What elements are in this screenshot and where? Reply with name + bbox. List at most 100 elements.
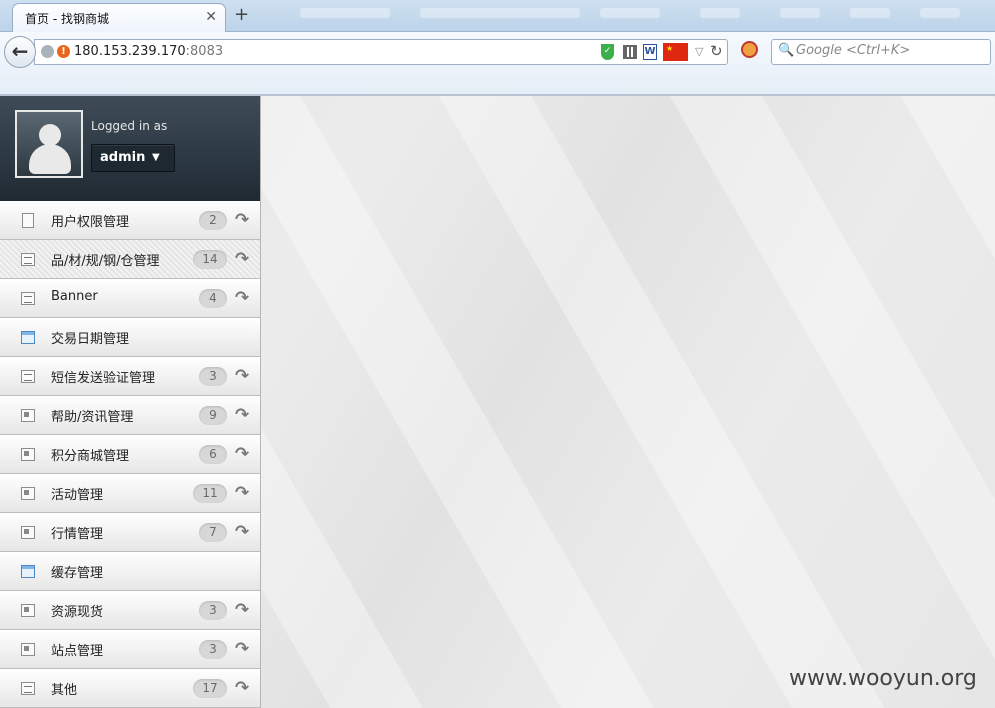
- reload-icon[interactable]: ↻: [710, 42, 723, 60]
- expand-arrow-icon[interactable]: ↷: [235, 522, 249, 542]
- expand-arrow-icon[interactable]: ↷: [235, 366, 249, 386]
- count-badge: 11: [193, 484, 227, 503]
- user-profile-panel: Logged in as admin ▼: [0, 96, 260, 201]
- news-icon: [21, 526, 35, 539]
- menu-item-label: 行情管理: [51, 527, 104, 542]
- search-icon: 🔍: [778, 43, 795, 58]
- menu-item-label: 品/材/规/钢/仓管理: [51, 254, 160, 269]
- tab-title: 首页 - 找钢商城: [25, 12, 109, 26]
- background-tab[interactable]: [420, 8, 580, 18]
- menu-item-label: Banner: [51, 289, 98, 304]
- news-icon: [21, 409, 35, 422]
- background-tab[interactable]: [600, 8, 660, 18]
- background-tab[interactable]: [850, 8, 890, 18]
- news-icon: [21, 643, 35, 656]
- address-bar[interactable]: ! 180.153.239.170:8083 ✓ W ★ ▽ ↻: [34, 39, 728, 65]
- sidebar-menu-item[interactable]: 积分商城管理 6 ↷: [0, 435, 260, 474]
- menu-item-label: 帮助/资讯管理: [51, 410, 134, 425]
- sidebar-menu-item[interactable]: 行情管理 7 ↷: [0, 513, 260, 552]
- menu-item-label: 资源现货: [51, 605, 104, 620]
- watermark: www.wooyun.org: [789, 666, 977, 691]
- search-input[interactable]: [796, 43, 986, 58]
- user-dropdown[interactable]: admin ▼: [91, 144, 175, 172]
- expand-arrow-icon[interactable]: ↷: [235, 249, 249, 269]
- menu-item-label: 站点管理: [51, 644, 104, 659]
- menu-item-label: 交易日期管理: [51, 332, 130, 347]
- logged-in-label: Logged in as: [91, 119, 168, 133]
- menu-item-label: 缓存管理: [51, 566, 104, 581]
- document-icon: [22, 213, 34, 228]
- list-icon: [21, 253, 35, 266]
- sidebar-menu-item[interactable]: 资源现货 3 ↷: [0, 591, 260, 630]
- sidebar-menu-item[interactable]: 其他 17 ↷: [0, 669, 260, 708]
- qr-code-icon[interactable]: [623, 45, 637, 59]
- avatar: [15, 110, 83, 178]
- menu-item-label: 活动管理: [51, 488, 104, 503]
- sidebar: Logged in as admin ▼ 用户权限管理 2 ↷ 品/材/规/钢/仓管理…: [0, 96, 261, 708]
- list-icon: [21, 682, 35, 695]
- sidebar-menu-item[interactable]: 用户权限管理 2 ↷: [0, 201, 260, 240]
- new-tab-button[interactable]: +: [234, 4, 249, 25]
- list-icon: [21, 292, 35, 305]
- expand-arrow-icon[interactable]: ↷: [235, 600, 249, 620]
- news-icon: [21, 604, 35, 617]
- sidebar-menu-item[interactable]: 缓存管理: [0, 552, 260, 591]
- background-pattern: [261, 96, 995, 708]
- browser-tab[interactable]: 首页 - 找钢商城 ✕: [12, 3, 226, 32]
- globe-icon: [41, 45, 54, 58]
- sidebar-menu: 用户权限管理 2 ↷ 品/材/规/钢/仓管理 14 ↷ Banner 4 ↷ 交易日期管理短信发送…: [0, 201, 260, 708]
- china-flag-icon[interactable]: ★: [663, 43, 688, 61]
- browser-tab-bar: 首页 - 找钢商城 ✕ +: [0, 0, 995, 32]
- count-badge: 17: [193, 679, 227, 698]
- count-badge: 3: [199, 367, 227, 386]
- history-dropdown-icon[interactable]: ▽: [695, 45, 703, 58]
- count-badge: 3: [199, 601, 227, 620]
- background-tab[interactable]: [780, 8, 820, 18]
- url-text[interactable]: 180.153.239.170:8083: [74, 44, 223, 59]
- background-tab[interactable]: [300, 8, 390, 18]
- count-badge: 7: [199, 523, 227, 542]
- count-badge: 2: [199, 211, 227, 230]
- count-badge: 9: [199, 406, 227, 425]
- background-tab[interactable]: [700, 8, 740, 18]
- sidebar-menu-item[interactable]: 交易日期管理: [0, 318, 260, 357]
- count-badge: 14: [193, 250, 227, 269]
- calendar-icon: [21, 331, 35, 344]
- sidebar-menu-item[interactable]: Banner 4 ↷: [0, 279, 260, 318]
- sidebar-menu-item[interactable]: 站点管理 3 ↷: [0, 630, 260, 669]
- menu-item-label: 短信发送验证管理: [51, 371, 156, 386]
- count-badge: 3: [199, 640, 227, 659]
- expand-arrow-icon[interactable]: ↷: [235, 483, 249, 503]
- count-badge: 4: [199, 289, 227, 308]
- avatar-body: [29, 144, 71, 174]
- warning-icon[interactable]: !: [57, 45, 70, 58]
- browser-nav-bar: ! 180.153.239.170:8083 ✓ W ★ ▽ ↻ ← 🔍: [0, 32, 995, 96]
- caret-down-icon: ▼: [152, 152, 160, 163]
- menu-item-label: 用户权限管理: [51, 215, 130, 230]
- back-button[interactable]: ←: [4, 36, 36, 68]
- expand-arrow-icon[interactable]: ↷: [235, 678, 249, 698]
- background-tab[interactable]: [920, 8, 960, 18]
- expand-arrow-icon[interactable]: ↷: [235, 639, 249, 659]
- search-box[interactable]: 🔍: [771, 39, 991, 65]
- news-icon: [21, 448, 35, 461]
- expand-arrow-icon[interactable]: ↷: [235, 210, 249, 230]
- username: admin: [100, 150, 146, 165]
- noscript-icon[interactable]: [741, 41, 758, 58]
- sidebar-menu-item[interactable]: 短信发送验证管理 3 ↷: [0, 357, 260, 396]
- count-badge: 6: [199, 445, 227, 464]
- close-tab-icon[interactable]: ✕: [205, 9, 217, 25]
- sidebar-menu-item[interactable]: 活动管理 11 ↷: [0, 474, 260, 513]
- menu-item-label: 积分商城管理: [51, 449, 130, 464]
- word-icon[interactable]: W: [643, 44, 657, 60]
- sidebar-menu-item[interactable]: 品/材/规/钢/仓管理 14 ↷: [0, 240, 260, 279]
- menu-item-label: 其他: [51, 683, 78, 698]
- news-icon: [21, 487, 35, 500]
- list-icon: [21, 370, 35, 383]
- expand-arrow-icon[interactable]: ↷: [235, 405, 249, 425]
- avatar-head: [39, 124, 61, 146]
- shield-icon[interactable]: ✓: [601, 44, 614, 60]
- sidebar-menu-item[interactable]: 帮助/资讯管理 9 ↷: [0, 396, 260, 435]
- expand-arrow-icon[interactable]: ↷: [235, 288, 249, 308]
- expand-arrow-icon[interactable]: ↷: [235, 444, 249, 464]
